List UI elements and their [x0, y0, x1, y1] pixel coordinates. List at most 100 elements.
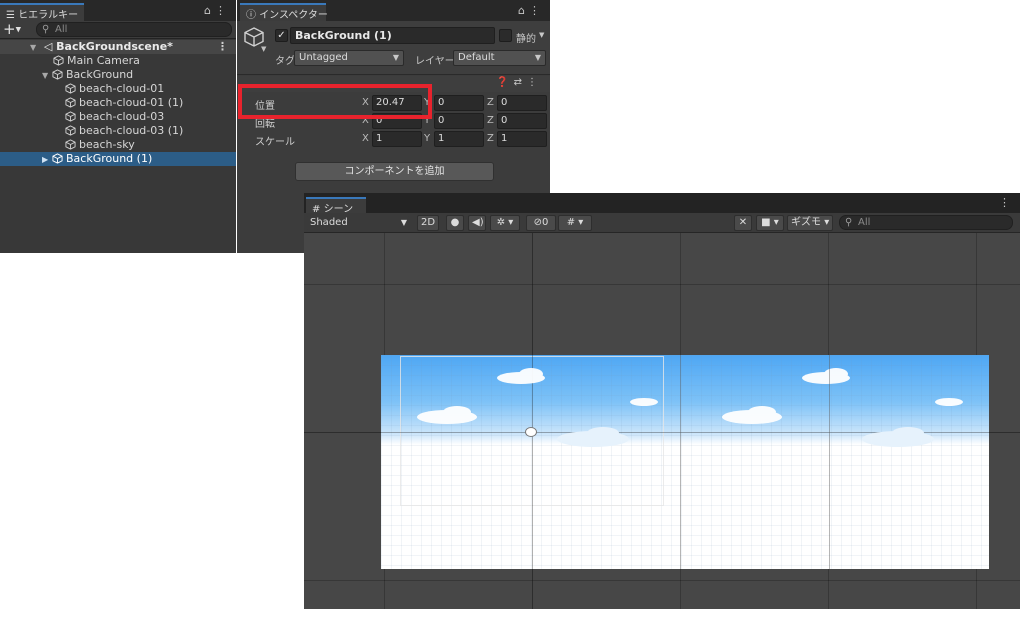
unity-scene-icon: ◁ [43, 40, 53, 53]
expand-arrow-icon[interactable]: ▼ [30, 41, 40, 55]
scale-x-field[interactable]: 1 [372, 131, 422, 147]
static-label[interactable]: 静的 [516, 30, 536, 45]
chevron-down-icon: ▼ [392, 53, 399, 62]
tag-dropdown[interactable]: Untagged ▼ [294, 50, 404, 66]
chevron-down-icon: ▼ [534, 53, 541, 62]
speaker-icon: ◀) [472, 217, 484, 228]
rotation-z-field[interactable]: 0 [497, 113, 547, 129]
hierarchy-toolbar: +▼ ⚲ All [0, 21, 236, 39]
search-icon: ⚲ [42, 24, 50, 35]
scale-z-axis-label[interactable]: Z [487, 133, 494, 144]
sprite-boundary-line [829, 355, 830, 569]
grid-snap-dropdown[interactable]: # ▾ [558, 215, 592, 231]
rotation-z-axis-label[interactable]: Z [487, 115, 494, 126]
camera-icon: ■ ▾ [761, 217, 779, 228]
preset-icon[interactable]: ⇄ [514, 77, 527, 88]
position-z-axis-label[interactable]: Z [487, 97, 494, 108]
tab-hierarchy[interactable]: ☰ ヒエラルキー [0, 3, 84, 21]
collapse-arrow-icon[interactable]: ▶ [42, 153, 52, 167]
grid-icon: # [566, 217, 576, 228]
position-z-field[interactable]: 0 [497, 95, 547, 111]
gameobject-header: ▼ ✓ BackGround (1) 静的 ▼ タグ Untagged ▼ レイヤ… [237, 21, 550, 75]
gameobject-cube-icon [65, 83, 76, 94]
kebab-icon[interactable]: ⋮ [529, 4, 544, 17]
kebab-icon[interactable]: ⋮ [999, 196, 1014, 209]
gameobject-cube-icon [65, 125, 76, 136]
tab-scene[interactable]: # シーン [306, 197, 366, 215]
lightbulb-icon: ● [450, 217, 460, 228]
audio-toggle-button[interactable]: ◀) [468, 215, 486, 231]
gameobject-cube-icon [52, 69, 63, 80]
chevron-down-icon[interactable]: ▼ [261, 45, 266, 53]
active-checkbox[interactable]: ✓ [275, 29, 288, 42]
search-icon: ⚲ [845, 217, 853, 228]
kebab-icon[interactable]: ⋮ [217, 40, 228, 54]
list-item-selected[interactable]: ▶ BackGround (1) [0, 152, 236, 166]
cloud-sprites [417, 368, 963, 447]
list-item[interactable]: ▼ BackGround [0, 68, 236, 82]
component-controls: ❓⇄⋮ [496, 77, 542, 88]
scene-viewport[interactable] [304, 233, 1020, 609]
expand-arrow-icon[interactable]: ▼ [42, 69, 52, 83]
scene-panel: # シーン ⋮ Shaded ▼ 2D ● ◀) ✲ ▾ ⊘0 # ▾ ✕ ■ ▾… [304, 193, 1020, 609]
list-item[interactable]: beach-cloud-03 (1) [0, 124, 236, 138]
add-component-button[interactable]: コンポーネントを追加 [295, 162, 494, 181]
2d-toggle-button[interactable]: 2D [417, 215, 439, 231]
rotation-y-field[interactable]: 0 [434, 113, 484, 129]
eye-slash-icon: ⊘ [533, 217, 542, 228]
hierarchy-tabbar: ☰ ヒエラルキー ⌂⋮ [0, 0, 236, 21]
scale-y-field[interactable]: 1 [434, 131, 484, 147]
tools-button[interactable]: ✕ [734, 215, 752, 231]
create-button[interactable]: +▼ [3, 21, 21, 38]
layer-dropdown[interactable]: Default ▼ [453, 50, 546, 66]
tools-icon: ✕ [738, 217, 748, 228]
position-y-field[interactable]: 0 [434, 95, 484, 111]
inspector-tabbar: ⓘ インスペクター ⌂⋮ [237, 0, 550, 21]
check-icon: ✓ [277, 30, 286, 41]
sprite-boundary-line [680, 355, 681, 569]
scene-search-input[interactable]: ⚲ All [839, 215, 1013, 230]
gizmos-dropdown[interactable]: ギズモ ▾ [787, 215, 833, 231]
lock-icon[interactable]: ⌂ [518, 4, 529, 17]
grid-line [304, 580, 1020, 581]
background-sprite[interactable] [381, 355, 989, 569]
object-name-field[interactable]: BackGround (1) [290, 27, 495, 44]
inspector-tab-controls: ⌂⋮ [518, 4, 544, 17]
hierarchy-search-input[interactable]: ⚲ All [36, 22, 232, 37]
tab-inspector[interactable]: ⓘ インスペクター [240, 3, 328, 21]
gameobject-cube-icon [65, 111, 76, 122]
annotation-highlight-box [238, 84, 432, 119]
effects-dropdown[interactable]: ✲ ▾ [490, 215, 520, 231]
grid-line [304, 284, 1020, 285]
chevron-down-icon[interactable]: ▼ [539, 31, 544, 39]
scale-z-field[interactable]: 1 [497, 131, 547, 147]
layer-label: レイヤー [415, 56, 455, 67]
effects-icon: ✲ ▾ [496, 217, 514, 228]
gameobject-cube-icon [53, 55, 64, 66]
static-checkbox[interactable] [499, 29, 512, 42]
list-item[interactable]: beach-cloud-03 [0, 110, 236, 124]
camera-dropdown[interactable]: ■ ▾ [756, 215, 784, 231]
scene-toolbar: Shaded ▼ 2D ● ◀) ✲ ▾ ⊘0 # ▾ ✕ ■ ▾ ギズモ ▾ ⚲… [304, 213, 1020, 233]
help-icon[interactable]: ❓ [496, 77, 513, 88]
scene-root-row[interactable]: ▼ ◁ BackGroundscene* ⋮ [0, 40, 236, 54]
scale-x-axis-label[interactable]: X [362, 133, 369, 144]
scale-label: スケール [255, 137, 295, 148]
list-item[interactable]: beach-cloud-01 (1) [0, 96, 236, 110]
list-item[interactable]: beach-cloud-01 [0, 82, 236, 96]
tag-label: タグ [275, 56, 295, 67]
chevron-down-icon: ▼ [400, 218, 407, 227]
chevron-down-icon: ▾ [578, 217, 584, 228]
list-item[interactable]: beach-sky [0, 138, 236, 152]
lock-icon[interactable]: ⌂ [204, 4, 215, 17]
kebab-icon[interactable]: ⋮ [527, 77, 542, 88]
chevron-down-icon: ▾ [824, 217, 830, 228]
gameobject-cube-icon [52, 153, 63, 164]
shading-mode-dropdown[interactable]: Shaded ▼ [306, 215, 410, 231]
list-item[interactable]: Main Camera [0, 54, 236, 68]
kebab-icon[interactable]: ⋮ [215, 4, 230, 17]
lighting-toggle-button[interactable]: ● [446, 215, 464, 231]
scene-visibility-button[interactable]: ⊘0 [526, 215, 556, 231]
hierarchy-panel: ☰ ヒエラルキー ⌂⋮ +▼ ⚲ All ▼ ◁ BackGroundscene… [0, 0, 236, 253]
scale-y-axis-label[interactable]: Y [424, 133, 430, 144]
